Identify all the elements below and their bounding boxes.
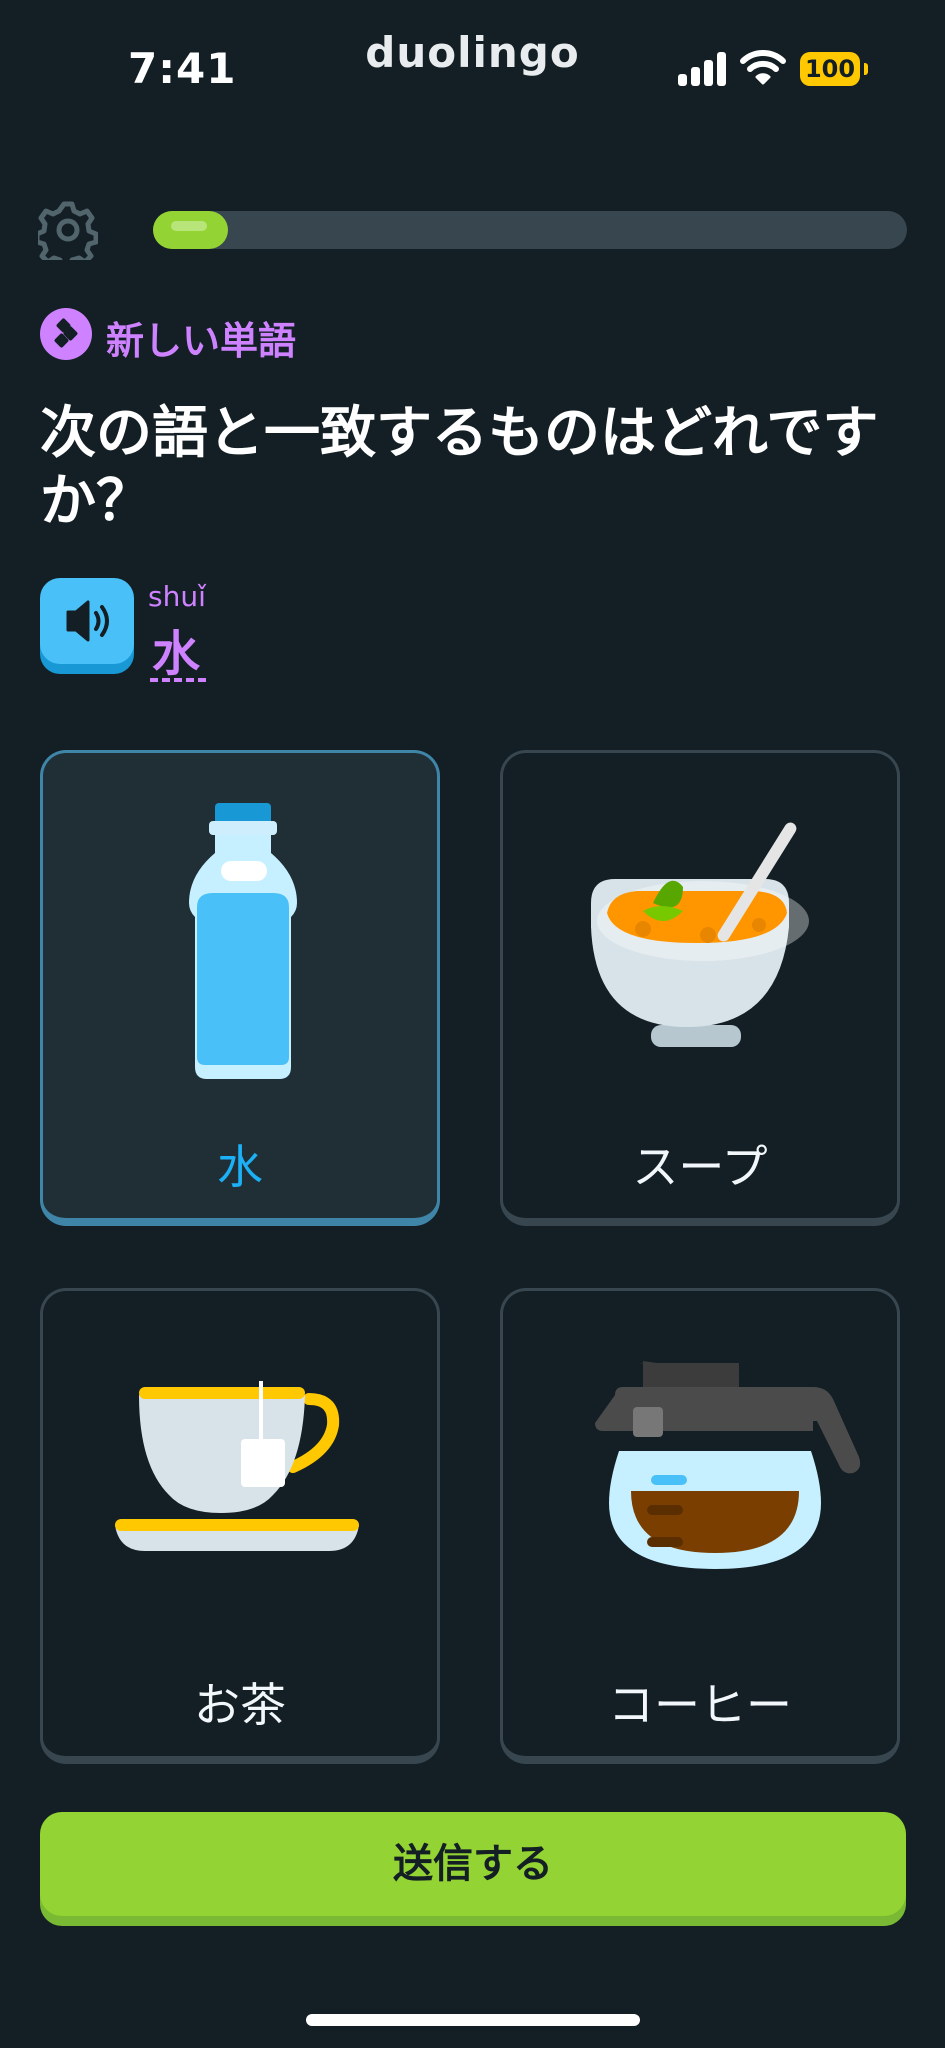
new-word-icon bbox=[40, 308, 92, 360]
soup-bowl-icon bbox=[591, 822, 809, 1047]
submit-button-label: 送信する bbox=[393, 1841, 553, 1887]
battery-level: 100 bbox=[800, 52, 860, 86]
settings-gear-icon[interactable] bbox=[34, 200, 99, 270]
choice-card-water[interactable]: 水 bbox=[40, 750, 440, 1226]
cellular-signal-icon bbox=[678, 52, 726, 86]
submit-button[interactable]: 送信する bbox=[40, 1812, 906, 1926]
coffee-pot-icon bbox=[595, 1361, 861, 1569]
choice-label: コーヒー bbox=[608, 1678, 792, 1732]
choice-label: お茶 bbox=[194, 1678, 286, 1732]
home-indicator[interactable] bbox=[306, 2014, 640, 2026]
prompt-word-underline bbox=[150, 678, 206, 682]
lesson-progress-bar bbox=[153, 211, 907, 249]
choice-card-tea[interactable]: お茶 bbox=[40, 1288, 440, 1764]
speaker-icon bbox=[66, 600, 109, 642]
choice-label: スープ bbox=[632, 1140, 768, 1194]
battery-indicator: 100 bbox=[800, 52, 868, 86]
wifi-icon bbox=[740, 48, 786, 86]
tea-cup-icon bbox=[115, 1381, 359, 1551]
choice-card-soup[interactable]: スープ bbox=[500, 750, 900, 1226]
play-audio-button[interactable] bbox=[40, 578, 134, 674]
prompt-pinyin: shuǐ bbox=[148, 580, 206, 613]
water-bottle-icon bbox=[189, 803, 297, 1079]
choice-label: 水 bbox=[217, 1140, 263, 1194]
prompt-word[interactable]: 水 bbox=[152, 614, 200, 684]
new-word-label: 新しい単語 bbox=[106, 319, 297, 363]
choice-card-coffee[interactable]: コーヒー bbox=[500, 1288, 900, 1764]
question-title: 次の語と一致するものはどれですか？ bbox=[40, 401, 879, 534]
